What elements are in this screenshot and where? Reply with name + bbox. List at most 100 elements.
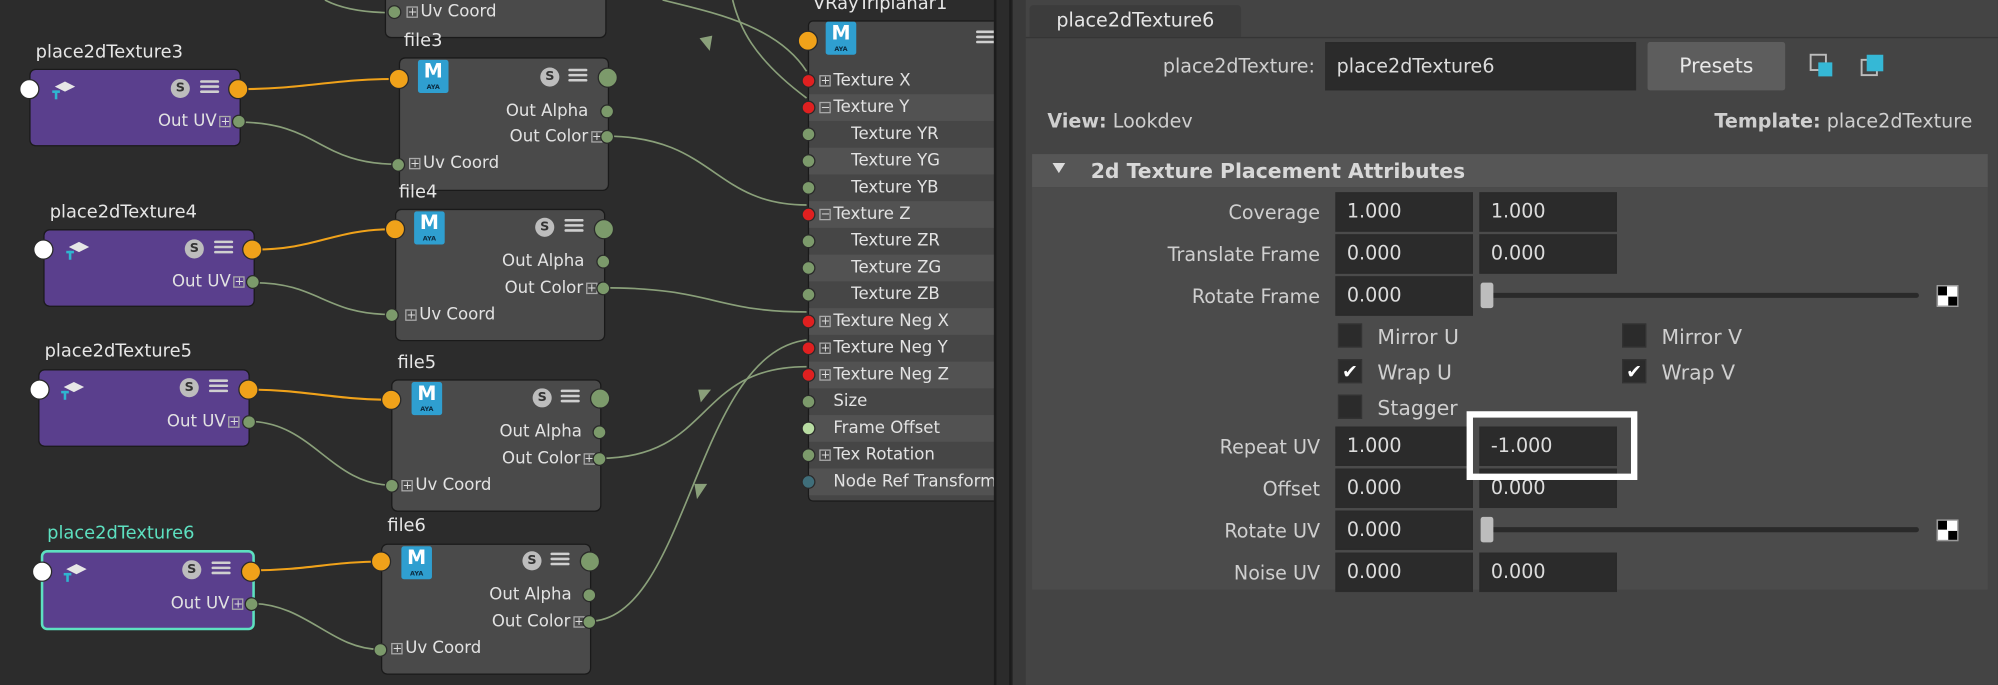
tex-rotation-port[interactable] [801, 448, 816, 463]
out-alpha-port[interactable] [582, 588, 597, 603]
attribute-list-icon[interactable] [200, 78, 220, 96]
attribute-list-icon[interactable] [568, 66, 588, 84]
texture-x-port[interactable] [801, 73, 816, 88]
attribute-list-icon[interactable] [976, 28, 994, 46]
tri-port-row[interactable]: Texture ZG [801, 254, 994, 282]
output-port[interactable] [228, 78, 249, 100]
rotate-uv-slider-thumb[interactable] [1480, 516, 1494, 543]
output-port[interactable] [242, 239, 263, 260]
coverage-v-field[interactable]: 1.000 [1479, 192, 1617, 232]
stagger-checkbox[interactable] [1337, 394, 1363, 419]
translate-frame-u-field[interactable]: 0.000 [1335, 234, 1473, 274]
attribute-list-icon[interactable] [208, 377, 229, 395]
panel-splitter[interactable] [993, 0, 997, 685]
tri-port-row[interactable]: Frame Offset [801, 415, 994, 442]
tri-port-row[interactable]: + Texture X [801, 67, 994, 94]
input-port[interactable] [384, 218, 406, 240]
collapse-arrow-icon[interactable] [1052, 162, 1066, 174]
input-port[interactable] [388, 68, 410, 90]
out-color-port[interactable] [600, 129, 615, 144]
input-port[interactable] [380, 389, 402, 410]
uv-coord-port[interactable] [387, 5, 402, 20]
input-port[interactable] [370, 551, 392, 572]
tab-place2dtexture6[interactable]: place2dTexture6 [1029, 5, 1242, 37]
tri-port-row[interactable]: Texture ZB [801, 281, 994, 308]
tri-port-row[interactable]: + Texture Neg Y [801, 335, 994, 362]
out-uv-port[interactable] [245, 275, 260, 290]
out-alpha-port[interactable] [596, 254, 611, 269]
vraytriplanar1-node[interactable]: + Texture X − Texture Y Texture YR Texture… [801, 20, 994, 502]
output-port[interactable] [589, 388, 611, 409]
tri-port-row[interactable]: Texture YR [801, 121, 994, 148]
coverage-u-field[interactable]: 1.000 [1335, 192, 1473, 232]
focus-node-icon[interactable] [1808, 52, 1836, 80]
node-ref-transform-port[interactable] [801, 474, 816, 489]
output-port[interactable] [597, 67, 618, 88]
texture-yb-port[interactable] [801, 180, 816, 195]
attribute-list-icon[interactable] [564, 216, 584, 234]
input-port[interactable] [29, 379, 50, 400]
rotate-uv-slider[interactable] [1483, 527, 1919, 533]
texture-map-icon[interactable] [1936, 519, 1959, 542]
output-port[interactable] [579, 551, 601, 572]
output-port[interactable] [240, 561, 262, 582]
texture-zr-port[interactable] [801, 234, 816, 249]
rotate-frame-field[interactable]: 0.000 [1335, 276, 1473, 316]
node-graph-editor[interactable]: + Uv Coord place2dTexture3 S Out UV + file… [0, 0, 994, 685]
uv-coord-port[interactable] [373, 642, 388, 657]
node-name-field[interactable]: place2dTexture6 [1325, 42, 1637, 91]
copy-tab-icon[interactable] [1859, 52, 1887, 80]
rotate-frame-slider[interactable] [1483, 292, 1919, 298]
texture-y-port[interactable] [801, 100, 816, 115]
texture-zg-port[interactable] [801, 261, 816, 276]
input-port[interactable] [31, 561, 53, 582]
uv-coord-port[interactable] [391, 157, 406, 172]
texture-map-icon[interactable] [1936, 285, 1959, 307]
translate-frame-v-field[interactable]: 0.000 [1479, 234, 1617, 274]
tri-port-row[interactable]: Texture ZR [801, 228, 994, 255]
attribute-list-icon[interactable] [550, 550, 570, 568]
tri-port-row[interactable]: + Texture Neg Z [801, 361, 994, 389]
tri-port-row[interactable]: − Texture Y [801, 94, 994, 121]
frame-offset-port[interactable] [801, 421, 816, 436]
out-alpha-port[interactable] [592, 425, 607, 440]
attribute-list-icon[interactable] [560, 387, 580, 405]
size-port[interactable] [801, 394, 816, 409]
out-alpha-port[interactable] [600, 104, 615, 119]
output-port[interactable] [593, 218, 615, 240]
uv-coord-port[interactable] [384, 478, 399, 493]
offset-u-field[interactable]: 0.000 [1335, 468, 1473, 509]
noise-uv-v-field[interactable]: 0.000 [1479, 552, 1617, 593]
mirror-u-checkbox[interactable] [1337, 323, 1363, 348]
wrap-u-checkbox[interactable]: ✔ [1337, 359, 1363, 384]
wrap-v-checkbox[interactable]: ✔ [1622, 359, 1647, 384]
texture-neg-x-port[interactable] [801, 314, 816, 329]
presets-button[interactable]: Presets [1647, 42, 1786, 91]
tri-port-row[interactable]: Texture YB [801, 174, 994, 201]
uv-coord-port[interactable] [384, 308, 399, 323]
texture-z-port[interactable] [801, 207, 816, 222]
texture-neg-y-port[interactable] [801, 341, 816, 356]
tri-port-row[interactable]: Size [801, 388, 994, 415]
out-color-port[interactable] [592, 451, 607, 466]
input-port[interactable] [19, 78, 40, 100]
mirror-v-checkbox[interactable] [1622, 323, 1647, 348]
texture-zb-port[interactable] [801, 287, 816, 302]
out-color-port[interactable] [596, 281, 611, 296]
out-uv-port[interactable] [244, 597, 259, 612]
tri-port-row[interactable]: + Texture Neg X [801, 308, 994, 335]
attribute-list-icon[interactable] [211, 559, 231, 577]
rotate-uv-field[interactable]: 0.000 [1335, 510, 1473, 551]
out-color-port[interactable] [582, 614, 597, 629]
texture-neg-z-port[interactable] [801, 367, 816, 382]
out-uv-port[interactable] [242, 415, 257, 430]
out-uv-port[interactable] [231, 114, 246, 129]
tri-port-row[interactable]: − Texture Z [801, 201, 994, 228]
texture-yg-port[interactable] [801, 154, 816, 169]
input-port[interactable] [33, 239, 54, 260]
rotate-frame-slider-thumb[interactable] [1480, 282, 1494, 309]
output-port[interactable] [797, 30, 819, 51]
tri-port-row[interactable]: Texture YG [801, 147, 994, 175]
output-port[interactable] [238, 379, 259, 400]
repeat-uv-u-field[interactable]: 1.000 [1335, 426, 1473, 466]
